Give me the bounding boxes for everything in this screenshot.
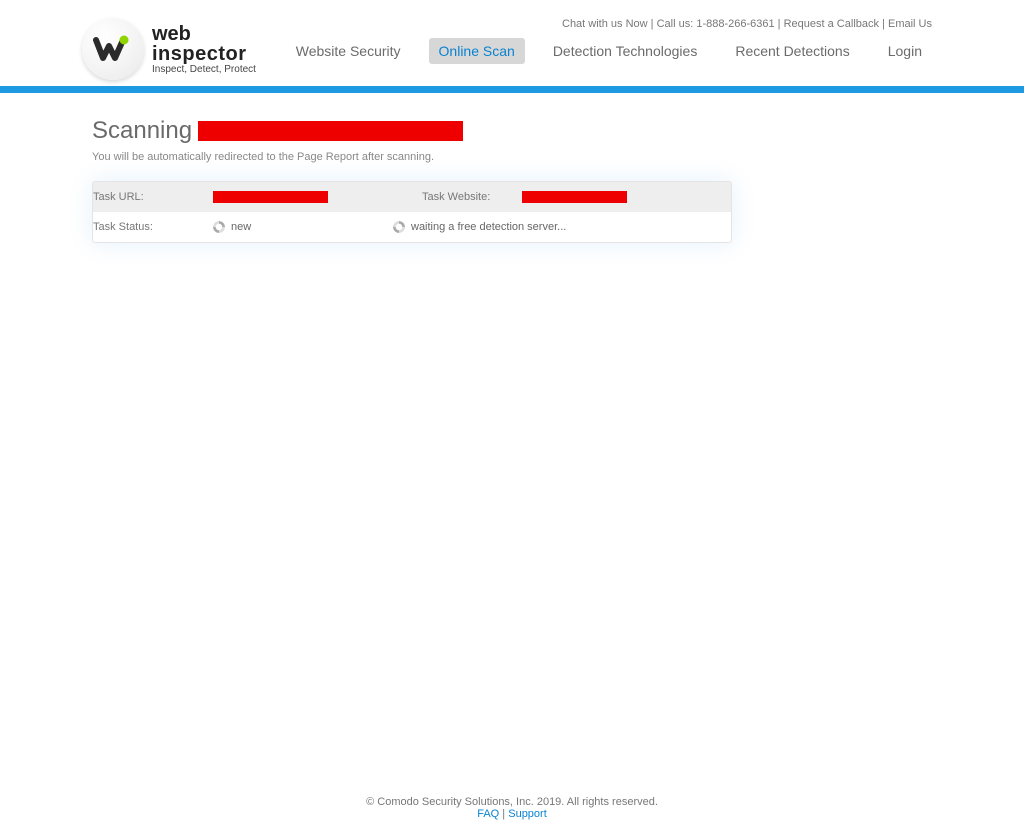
phone-link[interactable]: 1-888-266-6361 [696, 18, 774, 30]
task-row-url: Task URL: Task Website: [93, 182, 731, 212]
brand-line1: web [152, 24, 256, 44]
main-content: Scanning You will be automatically redir… [92, 93, 932, 786]
email-link[interactable]: Email Us [888, 18, 932, 30]
nav-detection-technologies[interactable]: Detection Technologies [543, 38, 708, 64]
brand-tagline: Inspect, Detect, Protect [152, 64, 256, 75]
brand-line2: inspector [152, 44, 256, 64]
support-link[interactable]: Support [508, 808, 547, 820]
page-title: Scanning [92, 117, 932, 145]
page-subtitle: You will be automatically redirected to … [92, 151, 932, 163]
label-task-website: Task Website: [422, 182, 522, 212]
footer: © Comodo Security Solutions, Inc. 2019. … [0, 786, 1024, 830]
redacted-task-url [213, 191, 328, 203]
nav-recent-detections[interactable]: Recent Detections [725, 38, 859, 64]
brand-text: web inspector Inspect, Detect, Protect [152, 24, 256, 75]
status-text: new [231, 221, 251, 233]
logo-icon [82, 18, 144, 80]
title-prefix: Scanning [92, 117, 192, 145]
sep: | [775, 18, 784, 30]
sep: | [648, 18, 657, 30]
call-prefix: Call us: [657, 18, 697, 30]
wait-text: waiting a free detection server... [411, 221, 566, 233]
callback-link[interactable]: Request a Callback [784, 18, 879, 30]
brand-logo[interactable]: web inspector Inspect, Detect, Protect [82, 18, 256, 80]
sep: | [499, 808, 508, 820]
value-task-website [522, 182, 731, 212]
header: web inspector Inspect, Detect, Protect C… [0, 0, 1024, 64]
redacted-task-website [522, 191, 627, 203]
value-wait-message: waiting a free detection server... [393, 212, 731, 242]
nav-website-security[interactable]: Website Security [286, 38, 411, 64]
value-task-url [213, 182, 422, 212]
value-task-status: new [213, 212, 393, 242]
faq-link[interactable]: FAQ [477, 808, 499, 820]
sep: | [879, 18, 888, 30]
label-task-status: Task Status: [93, 212, 213, 242]
copyright: © Comodo Security Solutions, Inc. 2019. … [0, 796, 1024, 808]
redacted-target-url [198, 121, 463, 141]
nav-login[interactable]: Login [878, 38, 932, 64]
spinner-icon [213, 221, 225, 233]
nav-online-scan[interactable]: Online Scan [429, 38, 525, 64]
task-row-status: Task Status: new waiting a free detectio… [93, 212, 731, 242]
header-divider [0, 86, 1024, 93]
task-panel: Task URL: Task Website: Task Status: new… [92, 181, 732, 243]
label-task-url: Task URL: [93, 182, 213, 212]
chat-link[interactable]: Chat with us Now [562, 18, 648, 30]
spinner-icon [393, 221, 405, 233]
